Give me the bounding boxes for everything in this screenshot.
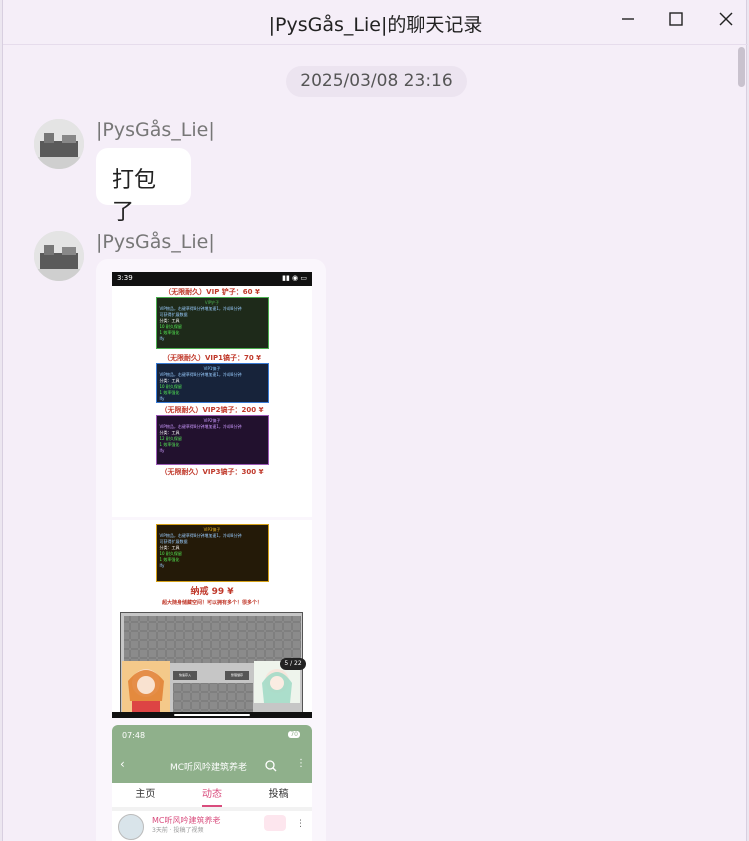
shared-screenshot-1[interactable]: 3:39 ▮▮ ◉ ▭ （无限耐久）VIP 铲子：60 ¥ VIP铲子 VIP物品… [112,272,312,517]
item-tooltip: VIP2镐子 VIP物品，右键草得8分钟增加速1，冷却8分钟 分类：工具 12 … [155,415,269,465]
title-bar: |PysGås_Lie|的聊天记录 [3,0,748,45]
price-label: （无限耐久）VIP 铲子：60 ¥ [164,288,260,296]
ring-price: 纳戒 99 ¥ [190,587,234,597]
price-label: （无限耐久）VIP2镐子：200 ¥ [160,406,264,414]
tooltip-line: Ify [159,396,165,401]
price-label: （无限耐久）VIP3镐子：300 ¥ [160,468,264,476]
item-tooltip: VIP铲子 VIP物品，右键草得8分钟增加速1，冷却8分钟 可获得扩展数据 分类… [155,297,269,349]
tab-dynamics[interactable]: 动态 [201,783,222,807]
hotbar-slots [173,683,253,713]
sort-storage-button[interactable]: 整理储存 [225,671,249,680]
minimize-icon [620,11,636,32]
sender-name: |PysGås_Lie| [96,119,215,141]
text-message-bubble[interactable]: 打包了 [96,148,191,225]
gesture-bar [112,712,312,718]
minimize-button[interactable] [607,6,649,36]
maximize-button[interactable] [655,6,697,36]
tab-videos[interactable]: 投稿 [269,783,289,807]
decoration-badge [264,815,286,831]
sender-name: |PysGås_Lie| [96,231,215,253]
status-time: 07:48 [122,731,146,740]
channel-title: MC听风吟建筑养老 [170,763,248,773]
search-icon[interactable] [265,757,277,776]
tab-home[interactable]: 主页 [135,783,155,807]
scrollbar[interactable] [737,45,746,841]
shared-screenshot-2[interactable]: VIP3镐子 VIP物品，右键草得8分钟增加速1，冷却8分钟 可获得扩展数据 分… [112,520,312,718]
more-icon[interactable]: ⋮ [296,758,306,769]
avatar[interactable] [34,231,84,281]
quick-store-button[interactable]: 快速存入 [173,671,197,680]
avatar[interactable] [118,814,144,840]
anime-character-image [122,661,170,713]
battery-indicator: 70 [288,731,300,738]
scrollbar-thumb[interactable] [738,47,745,87]
tooltip-line: Ify [159,563,165,568]
back-icon[interactable]: ‹ [120,757,125,771]
avatar[interactable] [34,119,84,169]
price-label: （无限耐久）VIP1镐子：70 ¥ [162,354,262,362]
maximize-icon [668,11,684,32]
channel-tabs: 主页 动态 投稿 [112,783,312,807]
post-meta: 3天前 · 投稿了视频 [152,827,204,834]
channel-header: 07:48 70 ‹ MC听风吟建筑养老 ⋮ [112,725,312,783]
status-time: 3:39 [117,274,133,282]
image-message-bubble[interactable]: 3:39 ▮▮ ◉ ▭ （无限耐久）VIP 铲子：60 ¥ VIP铲子 VIP物品… [96,259,326,841]
storage-slots [124,616,301,663]
item-tooltip: VIP1镐子 VIP物品，右键草得8分钟增加速1，冷却8分钟 分类：工具 10 … [155,363,269,403]
post-item[interactable]: MC听风吟建筑养老 3天前 · 投稿了视频 ⋮ [112,811,312,841]
close-icon [718,11,734,32]
chat-history-window: |PysGås_Lie|的聊天记录 2025/03/08 23:16 |PysG… [2,0,748,841]
item-tooltip: VIP3镐子 VIP物品，右键草得8分钟增加速1，冷却8分钟 可获得扩展数据 分… [155,524,269,582]
ring-description: 超大随身储藏空间！可以拥有多个！很多个！ [161,600,262,606]
more-icon[interactable]: ⋮ [296,819,305,829]
message-timestamp: 2025/03/08 23:16 [286,66,467,97]
close-button[interactable] [705,6,747,36]
tooltip-line: Ify [159,336,165,341]
status-bar: 3:39 ▮▮ ◉ ▭ [112,272,312,286]
page-indicator: 5 / 22 [280,658,306,670]
shared-screenshot-3[interactable]: 07:48 70 ‹ MC听风吟建筑养老 ⋮ 主页 动态 投稿 MC听风吟建筑养… [112,725,312,841]
tooltip-line: Ify [159,448,165,453]
